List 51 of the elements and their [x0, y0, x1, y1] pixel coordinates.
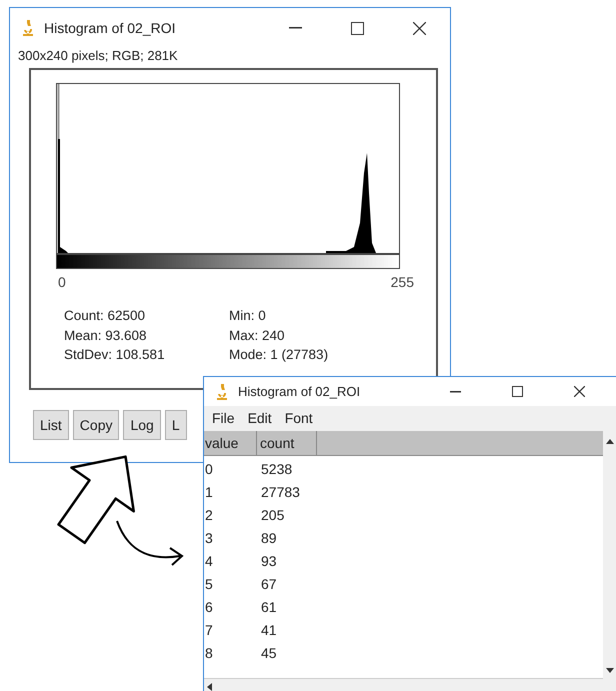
- window-title: Histogram of 02_ROI: [44, 18, 176, 38]
- stat-text: Count: 62500: [64, 307, 146, 325]
- axis-label: 0: [58, 273, 66, 292]
- stat-text: Min: 0: [229, 307, 267, 325]
- table-cell-text: 8: [204, 644, 214, 663]
- table-cell-text: 2: [204, 506, 214, 525]
- horizontal-scrollbar[interactable]: [204, 678, 603, 691]
- table-cell-text: 7: [204, 621, 214, 640]
- table-cell-text: 5238: [260, 460, 292, 479]
- table-cell-text: 61: [260, 598, 277, 617]
- table-cell-text: 1: [204, 483, 214, 502]
- table-cell-text: 93: [260, 552, 277, 571]
- up-arrow-icon: [606, 439, 614, 444]
- table-cell-text: 3: [204, 529, 214, 548]
- toolbar-button[interactable]: L: [164, 410, 187, 440]
- table-cell-text: 27783: [260, 483, 300, 502]
- table-cell-text: 0: [204, 460, 214, 479]
- stat-text: Mode: 1 (27783): [229, 346, 328, 364]
- vertical-scrollbar[interactable]: [603, 431, 616, 691]
- table-cell-text: 205: [260, 506, 284, 525]
- column-header[interactable]: value: [204, 431, 257, 455]
- table-cell-text: 5: [204, 575, 214, 594]
- minimize-icon: [288, 27, 302, 29]
- microscope-icon: [216, 382, 228, 400]
- toolbar-button[interactable]: List: [33, 410, 69, 440]
- table-cell-text: 45: [260, 644, 277, 663]
- stat-text: StdDev: 108.581: [64, 346, 166, 364]
- stat-text: Max: 240: [229, 326, 286, 344]
- toolbar-button[interactable]: Log: [123, 410, 161, 440]
- table-cell-text: 41: [260, 621, 277, 640]
- stat-text: Mean: 93.608: [64, 326, 148, 344]
- menu-item[interactable]: Edit: [248, 408, 272, 429]
- column-header[interactable]: count: [257, 431, 317, 455]
- close-icon: [412, 22, 426, 34]
- menu-item[interactable]: Font: [284, 408, 313, 429]
- table-cell-text: 89: [260, 529, 277, 548]
- window-title: Histogram of 02_ROI: [238, 382, 362, 401]
- toolbar-button[interactable]: Copy: [72, 410, 120, 440]
- down-arrow-icon: [606, 668, 614, 673]
- maximize-icon: [350, 22, 364, 34]
- table-cell-text: 4: [204, 552, 214, 571]
- close-icon: [574, 386, 584, 397]
- image-info: 300x240 pixels; RGB; 281K: [18, 48, 179, 64]
- table-cell-text: 67: [260, 575, 277, 594]
- microscope-icon: [22, 19, 34, 37]
- maximize-icon: [512, 386, 522, 397]
- left-arrow-icon: [207, 683, 212, 691]
- axis-label: 255: [390, 273, 414, 292]
- menu-item[interactable]: File: [212, 408, 235, 429]
- minimize-icon: [450, 390, 460, 392]
- table-cell-text: 6: [204, 598, 214, 617]
